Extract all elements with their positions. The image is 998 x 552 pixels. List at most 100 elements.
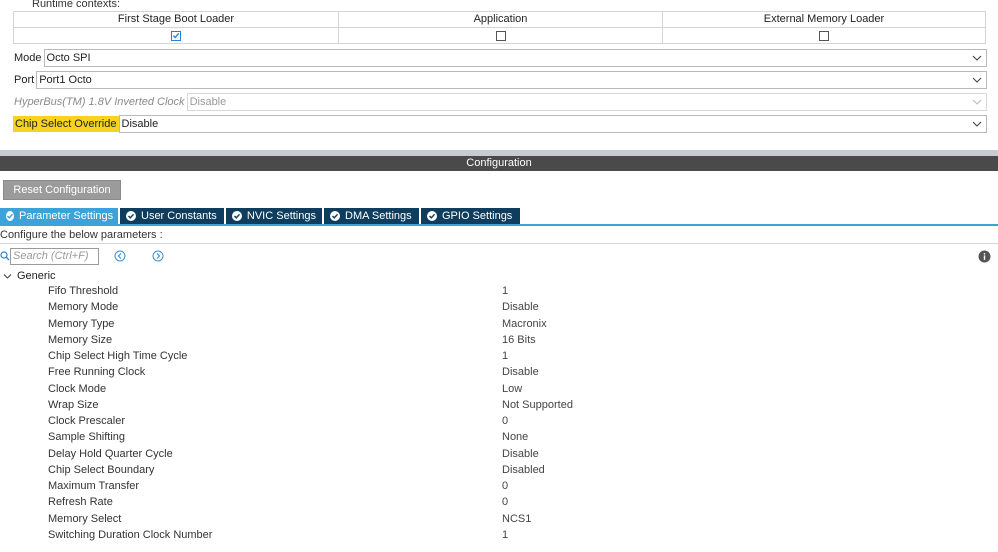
configuration-header: Configuration	[0, 156, 998, 171]
parameter-list: Fifo Threshold 1 Memory Mode Disable Memor…	[0, 284, 998, 544]
parameter-value[interactable]: Disable	[502, 301, 539, 313]
next-match-icon[interactable]	[152, 250, 164, 262]
application-checkbox[interactable]	[495, 30, 506, 41]
search-bar: Search (Ctrl+F)	[0, 247, 99, 265]
chip-select-override-select[interactable]: Disable	[118, 115, 987, 133]
hyperbus-value: Disable	[189, 96, 227, 108]
parameter-value[interactable]: 1	[502, 529, 508, 541]
table-row[interactable]: Switching Duration Clock Number 1	[0, 528, 998, 544]
parameter-name: Memory Size	[48, 333, 113, 346]
parameter-name: Clock Mode	[48, 382, 107, 395]
parameter-value[interactable]: 1	[502, 350, 508, 362]
tab-label: Parameter Settings	[19, 210, 114, 222]
parameter-value[interactable]: Not Supported	[502, 399, 573, 411]
mode-row: Mode Octo SPI	[13, 49, 987, 67]
port-select[interactable]: Port1 Octo	[36, 71, 987, 89]
group-generic[interactable]: Generic	[0, 269, 56, 283]
tab-dma-settings[interactable]: DMA Settings	[324, 208, 419, 224]
table-row[interactable]: Memory Size 16 Bits	[0, 333, 998, 349]
context-column-application: Application	[339, 12, 663, 43]
parameter-name: Free Running Clock	[48, 366, 146, 379]
context-column-first-stage-boot-loader: First Stage Boot Loader	[14, 12, 339, 43]
parameter-value[interactable]: Low	[502, 383, 522, 395]
tab-parameter-settings[interactable]: Parameter Settings	[0, 208, 118, 224]
mode-select[interactable]: Octo SPI	[43, 49, 987, 67]
table-row[interactable]: Wrap Size Not Supported	[0, 398, 998, 414]
check-circle-icon	[126, 211, 136, 221]
parameter-value[interactable]: Disable	[502, 448, 539, 460]
runtime-contexts-label: Runtime contexts:	[32, 0, 121, 10]
context-header: External Memory Loader	[663, 12, 985, 28]
table-row[interactable]: Chip Select Boundary Disabled	[0, 463, 998, 479]
parameter-value[interactable]: 1	[502, 285, 508, 297]
chip-select-override-value: Disable	[121, 118, 159, 130]
first-stage-boot-loader-checkbox[interactable]	[171, 30, 181, 41]
table-row[interactable]: Fifo Threshold 1	[0, 284, 998, 300]
table-row[interactable]: Free Running Clock Disable	[0, 365, 998, 381]
parameter-name: Memory Select	[48, 512, 122, 525]
hyperbus-row: HyperBus(TM) 1.8V Inverted Clock Disable	[13, 93, 987, 111]
reset-configuration-button[interactable]: Reset Configuration	[3, 180, 121, 200]
parameter-value[interactable]: Disable	[502, 366, 539, 378]
search-icon	[0, 250, 10, 262]
group-label: Generic	[17, 270, 56, 282]
tab-gpio-settings[interactable]: GPIO Settings	[421, 208, 520, 224]
tab-user-constants[interactable]: User Constants	[120, 208, 224, 224]
check-circle-icon	[330, 211, 340, 221]
port-row: Port Port1 Octo	[13, 71, 987, 89]
mode-label: Mode	[14, 52, 42, 64]
previous-match-icon[interactable]	[114, 250, 126, 262]
check-circle-icon	[427, 211, 437, 221]
tab-label: DMA Settings	[345, 210, 412, 222]
table-row[interactable]: Sample Shifting None	[0, 430, 998, 446]
parameter-name: Sample Shifting	[48, 431, 126, 444]
parameter-value[interactable]: None	[502, 431, 528, 443]
chevron-down-icon	[972, 55, 982, 61]
parameter-name: Maximum Transfer	[48, 480, 140, 492]
parameter-value[interactable]: NCS1	[502, 513, 531, 525]
context-header: Application	[339, 12, 662, 28]
table-row[interactable]: Memory Mode Disable	[0, 300, 998, 316]
configuration-tabs: Parameter Settings User Constants NVIC S…	[0, 208, 522, 224]
info-icon[interactable]	[978, 250, 991, 263]
hyperbus-label: HyperBus(TM) 1.8V Inverted Clock	[14, 96, 185, 108]
table-row[interactable]: Memory Select NCS1	[0, 512, 998, 528]
external-memory-loader-checkbox[interactable]	[819, 30, 829, 41]
parameter-name: Switching Duration Clock Number	[48, 528, 213, 541]
table-row[interactable]: Clock Mode Low	[0, 382, 998, 398]
parameter-name: Memory Type	[48, 317, 115, 330]
tab-nvic-settings[interactable]: NVIC Settings	[226, 208, 322, 224]
chevron-down-icon	[972, 99, 982, 105]
table-row[interactable]: Delay Hold Quarter Cycle Disable	[0, 447, 998, 463]
check-circle-icon	[6, 211, 14, 221]
parameter-value[interactable]: 0	[502, 415, 508, 427]
parameter-value[interactable]: Macronix	[502, 318, 547, 330]
parameter-name: Clock Prescaler	[48, 415, 126, 427]
table-row[interactable]: Memory Type Macronix	[0, 317, 998, 333]
check-icon	[172, 32, 180, 39]
context-header: First Stage Boot Loader	[14, 12, 338, 28]
parameter-name: Memory Mode	[48, 301, 119, 314]
divider	[0, 243, 998, 244]
tab-label: GPIO Settings	[442, 210, 513, 222]
parameter-value[interactable]: 0	[502, 480, 508, 492]
check-circle-icon	[232, 211, 242, 221]
parameter-value[interactable]: 0	[502, 496, 508, 508]
parameter-value[interactable]: Disabled	[502, 464, 545, 476]
table-row[interactable]: Maximum Transfer 0	[0, 479, 998, 495]
table-row[interactable]: Clock Prescaler 0	[0, 414, 998, 430]
chip-select-override-label: Chip Select Override	[13, 116, 119, 132]
mode-value: Octo SPI	[46, 52, 91, 64]
table-row[interactable]: Chip Select High Time Cycle 1	[0, 349, 998, 365]
parameter-value[interactable]: 16 Bits	[502, 334, 536, 346]
parameter-name: Refresh Rate	[48, 496, 113, 509]
parameter-name: Chip Select High Time Cycle	[48, 350, 188, 362]
tab-underline	[0, 224, 998, 226]
port-label: Port	[14, 74, 35, 86]
chevron-down-icon	[3, 273, 12, 279]
parameter-name: Chip Select Boundary	[48, 463, 155, 476]
port-value: Port1 Octo	[39, 74, 92, 86]
table-row[interactable]: Refresh Rate 0	[0, 495, 998, 511]
search-input[interactable]: Search (Ctrl+F)	[10, 247, 99, 265]
chevron-down-icon	[972, 121, 982, 127]
